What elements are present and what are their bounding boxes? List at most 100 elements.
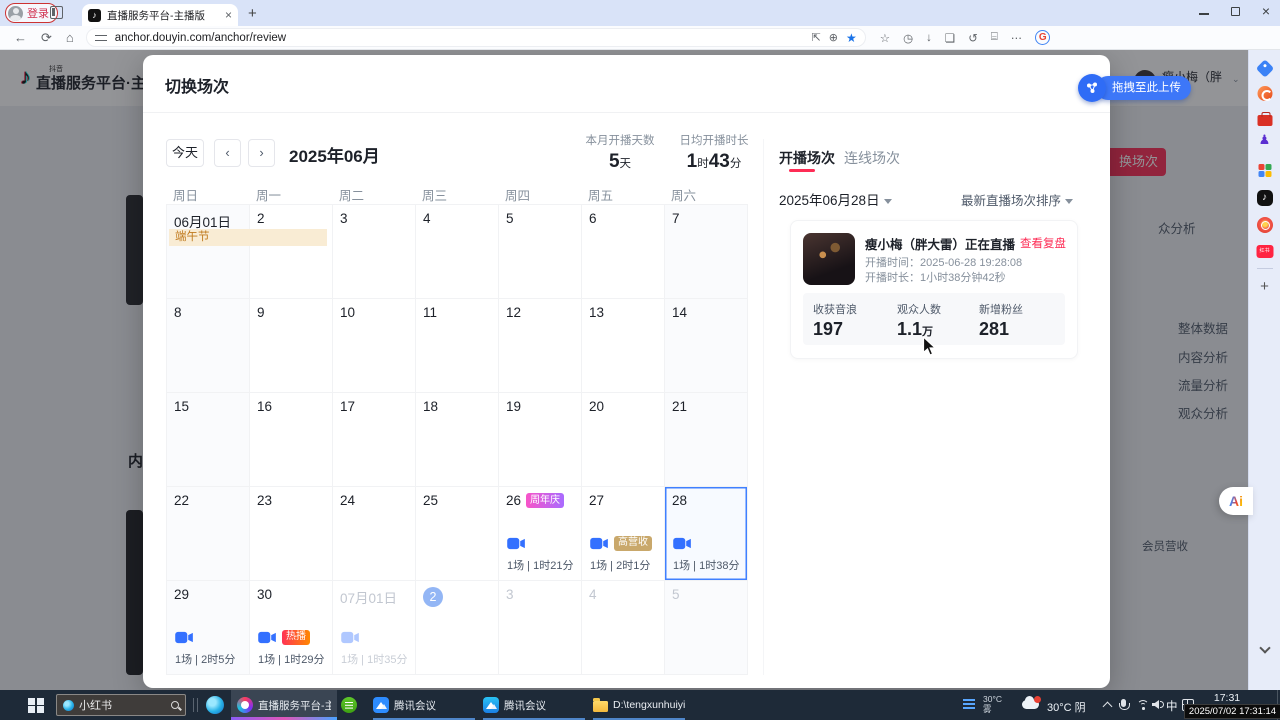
apps-grid-icon[interactable]: [1258, 164, 1271, 177]
more-menu-icon[interactable]: ⋯: [1011, 31, 1023, 45]
microphone-icon[interactable]: [1121, 699, 1126, 707]
zoom-icon[interactable]: ⊕: [829, 31, 838, 44]
presentation-icon[interactable]: [1257, 86, 1272, 101]
url-text[interactable]: anchor.douyin.com/anchor/review: [115, 32, 804, 44]
calendar-day-cell[interactable]: 2: [416, 581, 499, 675]
day-number: 3: [340, 211, 348, 226]
network-icon[interactable]: [1137, 700, 1149, 710]
calendar-day-cell[interactable]: 281场 | 1时38分: [665, 487, 748, 581]
prev-month-button[interactable]: ‹: [214, 139, 241, 167]
sort-dropdown[interactable]: 最新直播场次排序: [961, 190, 1073, 209]
date-filter-dropdown[interactable]: 2025年06月28日: [779, 189, 892, 209]
calendar-day-cell[interactable]: 4: [416, 205, 499, 299]
minimize-button[interactable]: [1199, 13, 1209, 15]
browser-tab[interactable]: ♪ 直播服务平台-主播版 ×: [82, 4, 238, 26]
favorites-icon[interactable]: ☆: [880, 31, 890, 45]
calendar-day-cell[interactable]: 15: [167, 393, 250, 487]
xiaohongshu-icon[interactable]: 红书: [1256, 245, 1273, 258]
weather-cloud-icon[interactable]: [1022, 700, 1039, 709]
edge-mini-icon: [63, 700, 74, 711]
calendar-day-cell[interactable]: 14: [665, 299, 748, 393]
calendar-day-cell[interactable]: 5: [499, 205, 582, 299]
back-icon[interactable]: ←: [14, 30, 27, 46]
toolbox-icon[interactable]: [1257, 115, 1272, 126]
bookmark-filled-icon[interactable]: ★: [846, 31, 857, 45]
restore-button[interactable]: [1231, 7, 1240, 16]
calendar-day-cell[interactable]: 23: [250, 487, 333, 581]
shopping-tag-icon[interactable]: [1255, 59, 1273, 77]
calendar-day-cell[interactable]: 26周年庆1场 | 1时21分: [499, 487, 582, 581]
next-month-button[interactable]: ›: [248, 139, 275, 167]
ime-language-indicator[interactable]: 中: [1166, 698, 1178, 714]
downloads-icon[interactable]: ↓: [926, 32, 932, 44]
calendar-day-cell[interactable]: 07月01日1场 | 1时35分: [333, 581, 416, 675]
tray-expand-icon[interactable]: [1103, 702, 1113, 712]
calendar-day-cell[interactable]: 3: [333, 205, 416, 299]
weibo-icon[interactable]: [1257, 217, 1273, 233]
ai-assistant-button[interactable]: Ai: [1219, 487, 1253, 515]
rewind-icon[interactable]: ↺: [968, 31, 978, 45]
calendar-day-cell[interactable]: 7: [665, 205, 748, 299]
new-tab-button[interactable]: +: [248, 5, 257, 22]
calendar-day-cell[interactable]: 22: [167, 487, 250, 581]
calendar-day-cell[interactable]: 9: [250, 299, 333, 393]
calendar-day-cell[interactable]: 291场 | 2时5分: [167, 581, 250, 675]
send-to-device-icon[interactable]: ⇱: [812, 31, 821, 44]
calendar-day-cell[interactable]: 13: [582, 299, 665, 393]
taskbar-active-app[interactable]: 直播服务平台-主播...: [231, 690, 337, 720]
calendar-day-cell[interactable]: 18: [416, 393, 499, 487]
calendar-day-cell[interactable]: 20: [582, 393, 665, 487]
weather-widget-2[interactable]: 30°C 阴: [1047, 699, 1086, 715]
calendar-day-cell[interactable]: 24: [333, 487, 416, 581]
edge-taskbar-icon[interactable]: [206, 696, 224, 714]
calendar-day-cell[interactable]: 4: [582, 581, 665, 675]
calendar-day-cell[interactable]: 25: [416, 487, 499, 581]
green-app-icon[interactable]: [341, 697, 357, 713]
today-button[interactable]: 今天: [166, 139, 204, 167]
calendar-day-cell[interactable]: 6: [582, 205, 665, 299]
calendar-day-cell[interactable]: 8: [167, 299, 250, 393]
add-sidebar-app-icon[interactable]: +: [1260, 278, 1269, 295]
collections-icon[interactable]: ❏: [945, 31, 955, 45]
calendar-day-cell[interactable]: 5: [665, 581, 748, 675]
refresh-icon[interactable]: ⟳: [41, 30, 52, 46]
tab-close-icon[interactable]: ×: [225, 8, 232, 22]
games-chess-icon[interactable]: ♟: [1259, 132, 1271, 148]
site-settings-icon[interactable]: [95, 33, 107, 43]
speaker-icon[interactable]: [1152, 700, 1159, 709]
close-button[interactable]: ×: [1262, 4, 1270, 18]
history-clock-icon[interactable]: ◷: [903, 31, 913, 45]
address-bar[interactable]: anchor.douyin.com/anchor/review ⇱ ⊕ ★: [86, 28, 866, 47]
calendar-day-cell[interactable]: 10: [333, 299, 416, 393]
calendar-day-cell[interactable]: 11: [416, 299, 499, 393]
chevron-down-icon[interactable]: [1259, 642, 1270, 653]
calendar-day-cell[interactable]: 27高营收1场 | 2时1分: [582, 487, 665, 581]
calendar-day-cell[interactable]: 2: [250, 205, 333, 299]
calendar-day-cell[interactable]: 12: [499, 299, 582, 393]
taskbar-folder-window[interactable]: D:\tengxunhuiyi: [589, 690, 689, 720]
calendar-day-cell[interactable]: 3: [499, 581, 582, 675]
news-feed-icon[interactable]: [963, 699, 975, 711]
taskbar-clock[interactable]: 17:31: [1202, 692, 1252, 704]
start-button[interactable]: [28, 698, 46, 714]
taskbar-app-meeting-2[interactable]: 腾讯会议: [479, 690, 589, 720]
calendar-day-cell[interactable]: 30热播1场 | 1时29分: [250, 581, 333, 675]
tab-live-sessions[interactable]: 开播场次: [779, 148, 835, 168]
calendar-day-cell[interactable]: 16: [250, 393, 333, 487]
drag-upload-pill[interactable]: 拖拽至此上传: [1078, 74, 1191, 102]
workspaces-briefcase-icon[interactable]: ⌸: [991, 31, 998, 44]
home-icon[interactable]: ⌂: [66, 30, 74, 46]
weather-widget-1[interactable]: 30°C雾: [983, 694, 1002, 714]
taskbar-search-box[interactable]: 小红书: [56, 694, 186, 716]
month-label: 2025年06月: [289, 142, 380, 167]
google-profile-icon[interactable]: G: [1035, 30, 1050, 45]
taskbar-app-meeting[interactable]: 腾讯会议: [369, 690, 479, 720]
tab-link-sessions[interactable]: 连线场次: [844, 148, 900, 168]
calendar-day-cell[interactable]: 06月01日端午节: [167, 205, 250, 299]
douyin-app-icon[interactable]: ♪: [1257, 190, 1273, 206]
calendar-day-cell[interactable]: 21: [665, 393, 748, 487]
calendar-day-cell[interactable]: 19: [499, 393, 582, 487]
tab-workspace-icon[interactable]: [50, 6, 63, 19]
view-review-link[interactable]: 查看复盘: [1020, 235, 1066, 251]
calendar-day-cell[interactable]: 17: [333, 393, 416, 487]
